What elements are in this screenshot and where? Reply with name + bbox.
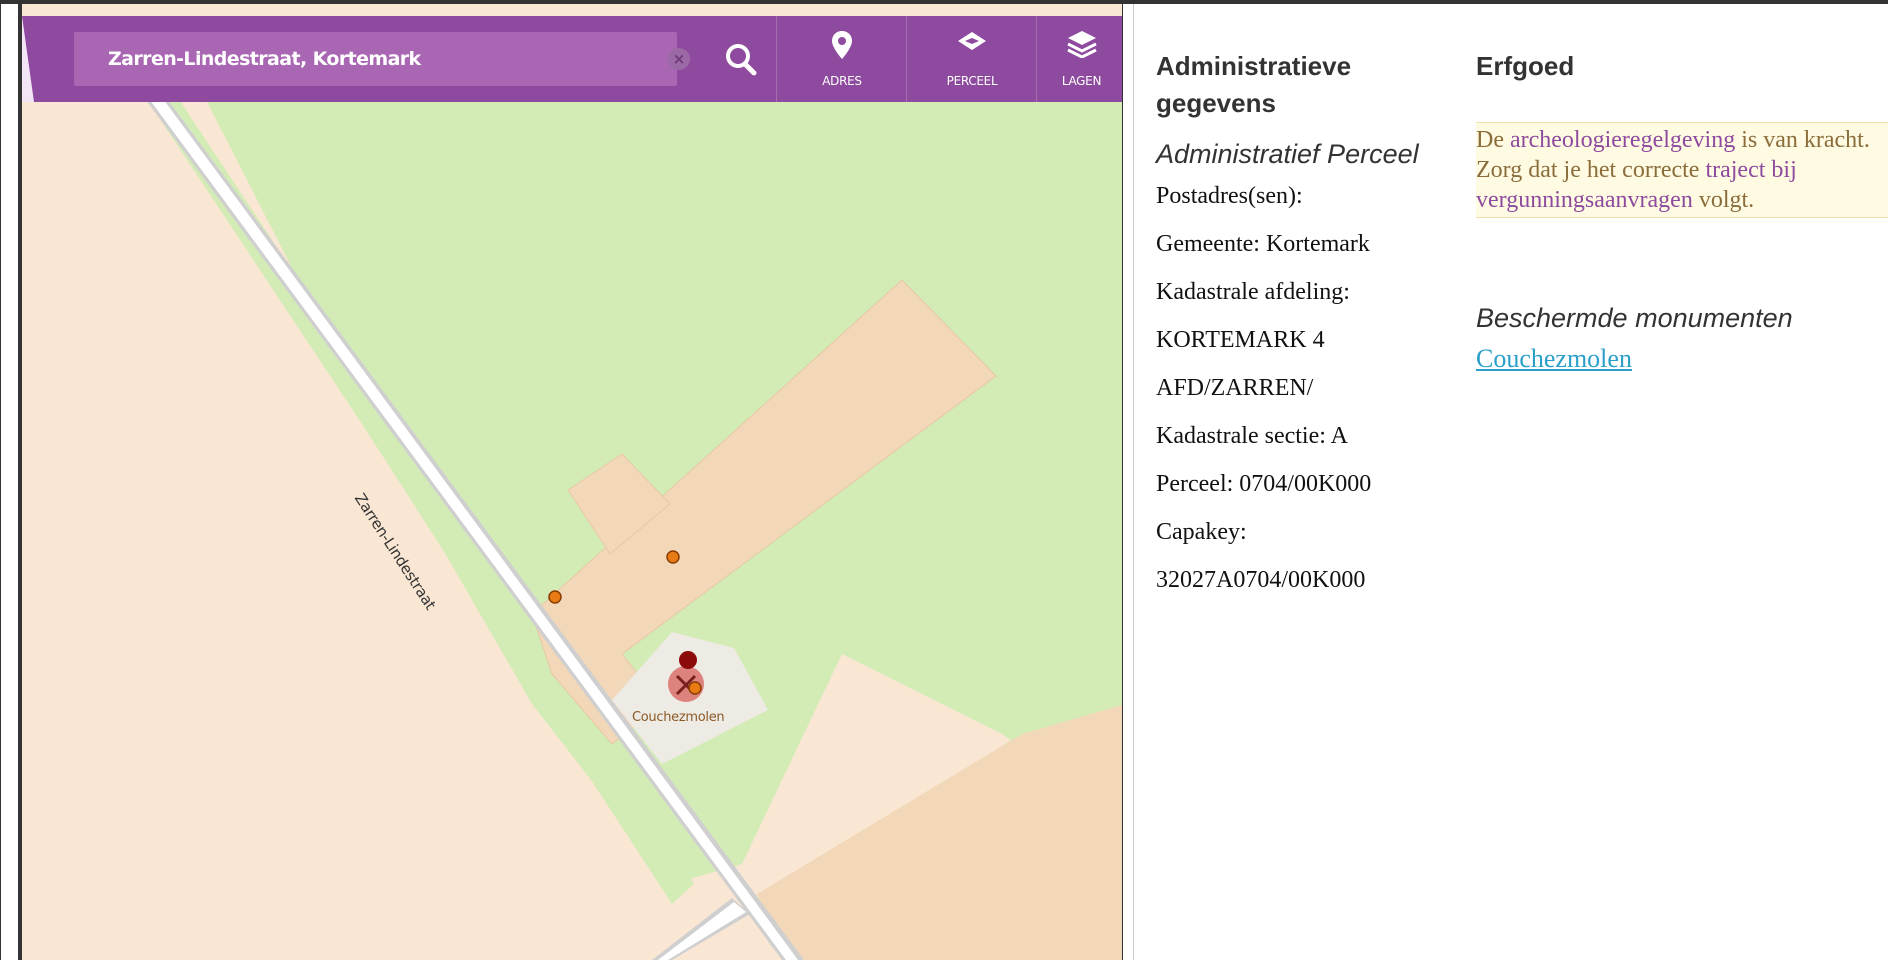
admin-column: Administratieve gegevens Administratief … (1156, 48, 1456, 604)
tab-adres[interactable]: ADRES (776, 16, 907, 102)
admin-line: AFD/ZARREN/ (1156, 375, 1314, 401)
search-value: Zarren-Lindestraat, Kortemark (108, 48, 421, 70)
marker-orange-3 (688, 681, 702, 695)
map-canvas[interactable] (22, 4, 1125, 960)
admin-line: KORTEMARK 4 (1156, 327, 1325, 353)
clear-search-icon[interactable]: × (668, 48, 690, 70)
tab-perceel[interactable]: PERCEEL (906, 16, 1037, 102)
monuments-list: Couchezmolen (1476, 344, 1632, 374)
notice-text-1: De (1476, 127, 1510, 153)
layers-icon (1066, 31, 1097, 58)
notice-text-3: volgt. (1692, 187, 1755, 213)
tab-perceel-label: PERCEEL (946, 74, 998, 88)
admin-line: Postadres(sen): (1156, 183, 1303, 209)
monument-link-couchezmolen[interactable]: Couchezmolen (1476, 344, 1632, 373)
panel-divider[interactable] (1122, 4, 1134, 960)
marker-heritage-top (679, 651, 697, 669)
poi-label[interactable]: Couchezmolen (632, 710, 725, 725)
parcel-icon (958, 32, 986, 50)
search-icon (726, 44, 757, 76)
admin-line: Gemeente: Kortemark (1156, 231, 1370, 257)
admin-subheading: Administratief Perceel (1156, 139, 1419, 169)
map-panel[interactable]: Zarren-Lindestraat Couchezmolen Zarren-L… (18, 4, 1125, 960)
tab-lagen[interactable]: LAGEN (1036, 16, 1125, 102)
admin-heading: Administratieve gegevens (1156, 51, 1352, 118)
admin-line: Perceel: 0704/00K000 (1156, 471, 1372, 497)
heritage-column: Erfgoed De archeologieregelgeving is van… (1476, 48, 1888, 373)
marker-orange-2 (666, 550, 680, 564)
marker-orange-1 (548, 590, 562, 604)
map-toolbar: Zarren-Lindestraat, Kortemark × ADRES PE… (22, 16, 1125, 102)
archaeology-regulation-link[interactable]: archeologieregelgeving (1510, 127, 1735, 153)
search-input[interactable]: Zarren-Lindestraat, Kortemark (74, 32, 677, 86)
tab-lagen-label: LAGEN (1061, 74, 1102, 88)
heritage-heading: Erfgoed (1476, 51, 1575, 81)
monuments-subheading: Beschermde monumenten (1476, 303, 1793, 333)
admin-line: Kadastrale afdeling: (1156, 279, 1350, 305)
tab-adres-label: ADRES (822, 74, 862, 88)
admin-lines: Postadres(sen): Gemeente: Kortemark Kada… (1156, 172, 1456, 604)
admin-line: Capakey: (1156, 519, 1247, 545)
admin-line: 32027A0704/00K000 (1156, 567, 1366, 593)
admin-line: Kadastrale sectie: A (1156, 423, 1348, 449)
archaeology-notice: De archeologieregelgeving is van kracht.… (1476, 122, 1888, 218)
search-button[interactable] (712, 28, 772, 90)
map-pin-icon (832, 31, 852, 59)
toolbar-notch (22, 16, 34, 102)
